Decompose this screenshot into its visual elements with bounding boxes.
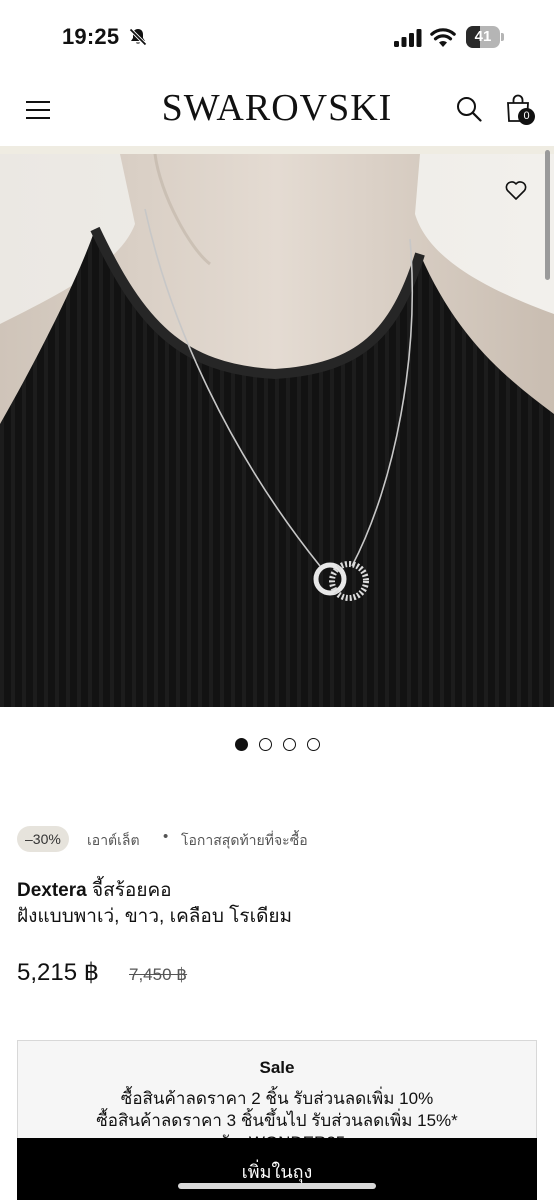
carousel-dot[interactable] [283,738,296,751]
discount-badge: –30% [17,826,69,852]
header-divider [0,146,554,154]
add-to-bag-button[interactable]: เพิ่มในถุง [17,1138,537,1200]
carousel-dots [235,738,325,752]
battery-indicator: 41 [466,26,504,48]
carousel-dot[interactable] [235,738,248,751]
status-time: 19:25 [62,24,120,49]
bell-slash-icon [129,28,147,46]
scrollbar[interactable] [545,150,550,280]
outlet-tag: เอาต์เล็ต [87,832,140,848]
cart-count-badge[interactable]: 0 [518,108,535,125]
home-indicator[interactable] [178,1183,376,1189]
battery-percent: 41 [474,28,492,45]
original-price: 7,450 ฿ [129,965,188,984]
tag-separator: • [163,828,169,845]
cellular-signal-icon [394,29,422,47]
product-subtitle: ฝังแบบพาเว่, ขาว, เคลือบ โรเดียม [17,906,293,927]
product-photo-necklace [0,154,554,707]
product-name-rest: จี้สร้อยคอ [86,880,172,901]
product-tags: –30% เอาต์เล็ต • โอกาสสุดท้ายที่จะซื้อ [17,826,537,852]
last-chance-tag: โอกาสสุดท้ายที่จะซื้อ [181,832,308,848]
carousel-dot[interactable] [259,738,272,751]
product-image[interactable] [0,154,554,707]
heart-icon[interactable] [505,180,527,200]
promo-title: Sale [259,1058,295,1077]
search-icon[interactable] [456,96,482,122]
product-name-bold: Dextera [17,880,87,901]
wifi-icon [430,28,456,47]
product-title: Dextera จี้สร้อยคอ ฝังแบบพาเว่, ขาว, เคล… [17,878,537,930]
current-price: 5,215 ฿ [17,959,99,986]
add-to-bag-label: เพิ่มในถุง [241,1162,313,1182]
carousel-dot[interactable] [307,738,320,751]
status-bar: 19:25 41 [0,0,554,72]
site-header: SWAROVSKI 0 [0,72,554,146]
